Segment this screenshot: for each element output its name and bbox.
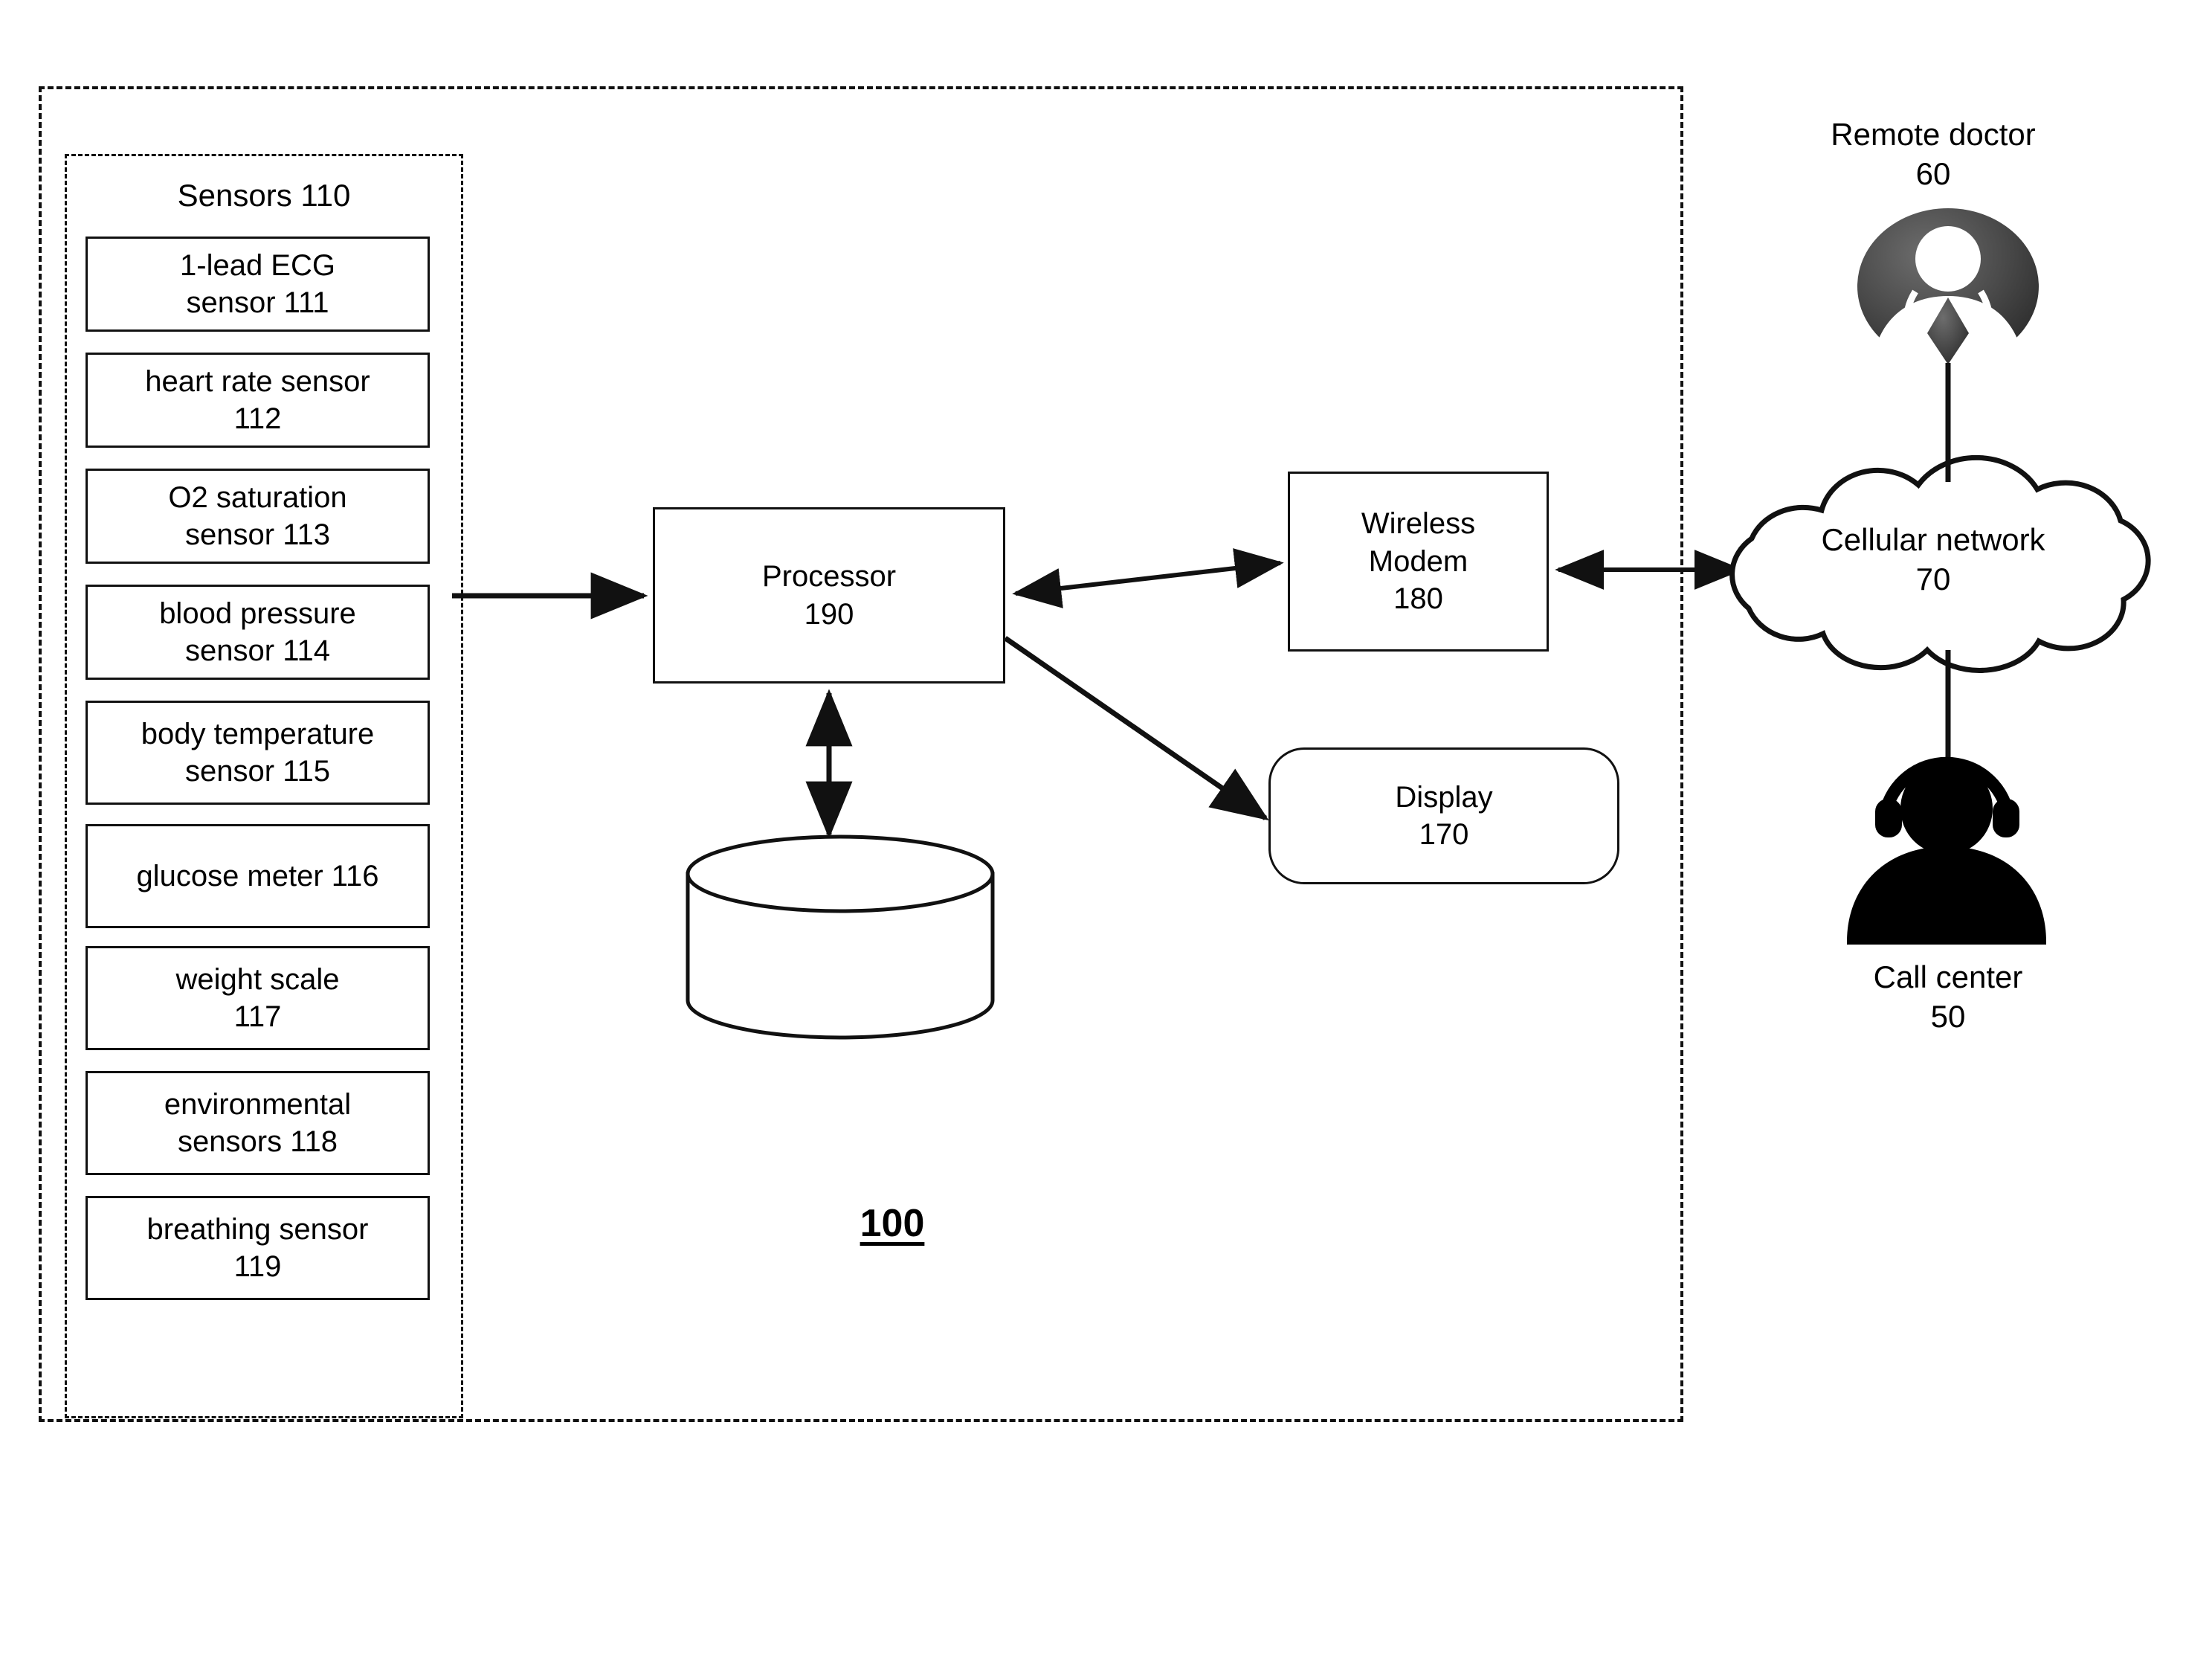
call-center-agent-icon[interactable] [1847, 756, 2046, 945]
cellular-network-label-70: Cellular network 70 [1821, 522, 2045, 596]
connector-processor-to-display [1004, 636, 1269, 821]
storage-cylinder-shape-160[interactable] [686, 834, 995, 1040]
patent-figure-canvas: Sensors 110 1-lead ECG sensor 111 heart … [0, 0, 2212, 1666]
diagram-vector-layer [452, 208, 2151, 1040]
connector-processor-to-modem [1012, 548, 1284, 608]
remote-doctor-avatar-icon[interactable] [1857, 208, 2039, 364]
